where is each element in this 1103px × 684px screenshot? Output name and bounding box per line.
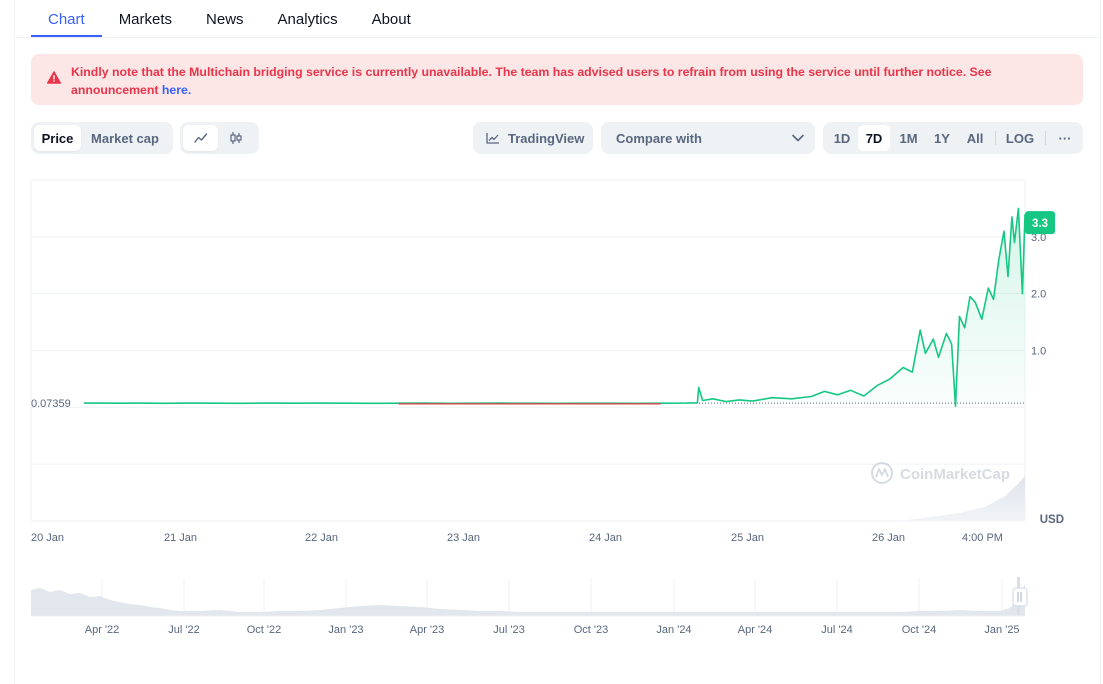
overview-x-label: Jul '23 <box>493 624 524 636</box>
price-chart: CoinMarketCap 0.07359 1.02.03.0 3.3 USD … <box>30 179 1064 636</box>
current-price-badge: 3.3 <box>1025 211 1055 235</box>
y-tick-label: 2.0 <box>1031 289 1046 301</box>
price-line-series <box>84 207 1026 408</box>
x-axis-label: 26 Jan <box>872 532 905 544</box>
x-axis-label: 25 Jan <box>731 532 764 544</box>
current-price-value: 3.3 <box>1032 218 1048 230</box>
overview-background <box>31 576 1025 616</box>
overview-x-label: Jan '25 <box>984 624 1019 636</box>
x-axis-label: 21 Jan <box>164 532 197 544</box>
overview-x-label: Jul '22 <box>168 624 199 636</box>
overview-x-label: Apr '24 <box>738 624 773 636</box>
overview-x-label: Oct '23 <box>574 624 609 636</box>
y-tick-label: 1.0 <box>1031 346 1046 358</box>
y-axis-ticks: 1.02.03.0 <box>1031 232 1046 358</box>
overview-x-label: Oct '24 <box>902 624 937 636</box>
x-axis-label: 20 Jan <box>31 532 64 544</box>
navigator-handle[interactable] <box>1012 587 1028 607</box>
overview-x-label: Jan '23 <box>328 624 363 636</box>
coinmarketcap-watermark: CoinMarketCap <box>871 462 1010 484</box>
overview-x-label: Apr '23 <box>410 624 445 636</box>
overview-x-labels: Apr '22 Jul '22 Oct '22 Jan '23 Apr '23 Jul '… <box>85 624 1020 636</box>
x-axis-label: 4:00 PM <box>962 532 1003 544</box>
x-axis-labels: 20 Jan 21 Jan 22 Jan 23 Jan 24 Jan 25 Jan 26 J… <box>31 532 1003 544</box>
chart-gridlines <box>31 236 1025 465</box>
overview-x-label: Oct '22 <box>247 624 282 636</box>
overview-x-label: Jul '24 <box>821 624 852 636</box>
price-area-fill <box>697 208 1025 407</box>
x-axis-label: 24 Jan <box>589 532 622 544</box>
currency-label: USD <box>1040 514 1064 526</box>
watermark-text: CoinMarketCap <box>900 466 1010 483</box>
overview-navigator: Apr '22 Jul '22 Oct '22 Jan '23 Apr '23 Jul '… <box>31 576 1028 636</box>
x-axis-label: 23 Jan <box>447 532 480 544</box>
reference-price-label: 0.07359 <box>31 398 71 410</box>
overview-x-label: Apr '22 <box>85 624 120 636</box>
x-axis-label: 22 Jan <box>305 532 338 544</box>
overview-x-label: Jan '24 <box>656 624 691 636</box>
reference-price-value: 0.07359 <box>31 398 71 410</box>
